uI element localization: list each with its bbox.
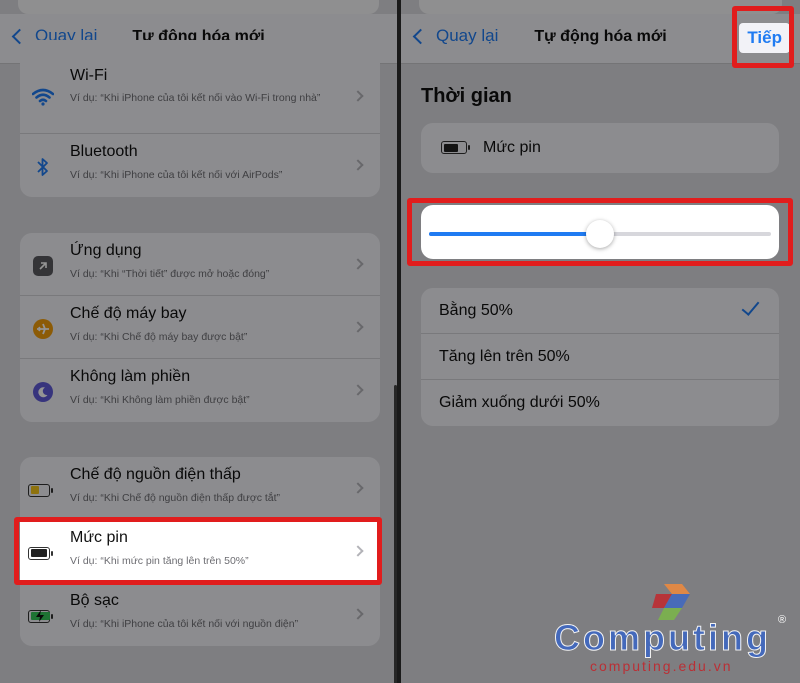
chevron-right-icon <box>352 258 364 270</box>
trigger-subtitle: Ví dụ: “Khi Chế độ máy bay được bật” <box>70 331 248 343</box>
moon-icon <box>32 381 54 403</box>
section-title: Thời gian <box>421 85 512 107</box>
trigger-subtitle: Ví dụ: “Khi iPhone của tôi kết nối vào W… <box>70 92 321 104</box>
trigger-row-wifi[interactable]: Wi-Fi Ví dụ: “Khi iPhone của tôi kết nối… <box>20 40 380 134</box>
trigger-title: Không làm phiền <box>70 368 191 385</box>
chevron-right-icon <box>352 90 364 102</box>
option-label: Bằng 50% <box>439 302 513 319</box>
top-bezel <box>419 0 782 14</box>
connection-group: Wi-Fi Ví dụ: “Khi iPhone của tôi kết nối… <box>20 40 380 197</box>
chevron-right-icon <box>352 608 364 620</box>
trigger-subtitle: Ví dụ: “Khi iPhone của tôi kết nối với n… <box>70 618 299 630</box>
trigger-row-app[interactable]: Ứng dụng Ví dụ: “Khi “Thời tiết” được mở… <box>20 233 380 296</box>
battery-icon <box>441 141 470 154</box>
trigger-row-charger[interactable]: Bộ sạc Ví dụ: “Khi iPhone của tôi kết nố… <box>20 583 380 646</box>
checkmark-icon <box>741 297 760 316</box>
trigger-subtitle: Ví dụ: “Khi iPhone của tôi kết nối với A… <box>70 169 283 181</box>
trigger-row-do-not-disturb[interactable]: Không làm phiền Ví dụ: “Khi Không làm ph… <box>20 359 380 422</box>
app-icon <box>32 255 54 277</box>
bluetooth-icon <box>32 156 54 178</box>
right-screen: Quay lại Tự động hóa mới Tiếp Thời gian … <box>401 0 800 683</box>
trigger-row-bluetooth[interactable]: Bluetooth Ví dụ: “Khi iPhone của tôi kết… <box>20 134 380 197</box>
option-label: Tăng lên trên 50% <box>439 348 570 365</box>
trigger-title: Bluetooth <box>70 143 138 160</box>
wifi-icon <box>32 86 54 108</box>
trigger-title: Chế độ nguồn điện thấp <box>70 466 241 483</box>
highlight-box-battery-row <box>14 517 382 585</box>
trigger-subtitle: Ví dụ: “Khi Chế độ nguồn điện thấp được … <box>70 492 281 504</box>
trigger-title: Chế độ máy bay <box>70 305 187 322</box>
highlight-box-slider <box>407 198 793 266</box>
battery-card: Mức pin <box>421 123 779 173</box>
option-label: Giảm xuống dưới 50% <box>439 394 600 411</box>
option-rises-above[interactable]: Tăng lên trên 50% <box>421 334 779 380</box>
chevron-right-icon <box>352 159 364 171</box>
battery-card-label: Mức pin <box>483 139 541 156</box>
trigger-title: Wi-Fi <box>70 67 108 84</box>
chevron-right-icon <box>352 321 364 333</box>
chevron-right-icon <box>352 384 364 396</box>
condition-options: Bằng 50% Tăng lên trên 50% Giảm xuống dư… <box>421 288 779 426</box>
airplane-icon <box>32 318 54 340</box>
trigger-title: Bộ sạc <box>70 592 119 609</box>
chevron-right-icon <box>352 482 364 494</box>
trigger-row-airplane-mode[interactable]: Chế độ máy bay Ví dụ: “Khi Chế độ máy ba… <box>20 296 380 359</box>
trigger-subtitle: Ví dụ: “Khi “Thời tiết” được mở hoặc đón… <box>70 268 270 280</box>
option-equal[interactable]: Bằng 50% <box>421 288 779 334</box>
charging-battery-icon <box>28 605 53 627</box>
highlight-box-next-button <box>732 6 794 68</box>
trigger-subtitle: Ví dụ: “Khi Không làm phiền được bật” <box>70 394 250 406</box>
top-bezel <box>18 0 379 14</box>
low-power-battery-icon <box>28 479 53 501</box>
device-group: Ứng dụng Ví dụ: “Khi “Thời tiết” được mở… <box>20 233 380 422</box>
scroll-indicator[interactable] <box>394 385 397 683</box>
trigger-row-low-power-mode[interactable]: Chế độ nguồn điện thấp Ví dụ: “Khi Chế đ… <box>20 457 380 520</box>
trigger-title: Ứng dụng <box>70 242 142 259</box>
option-falls-below[interactable]: Giảm xuống dưới 50% <box>421 380 779 426</box>
